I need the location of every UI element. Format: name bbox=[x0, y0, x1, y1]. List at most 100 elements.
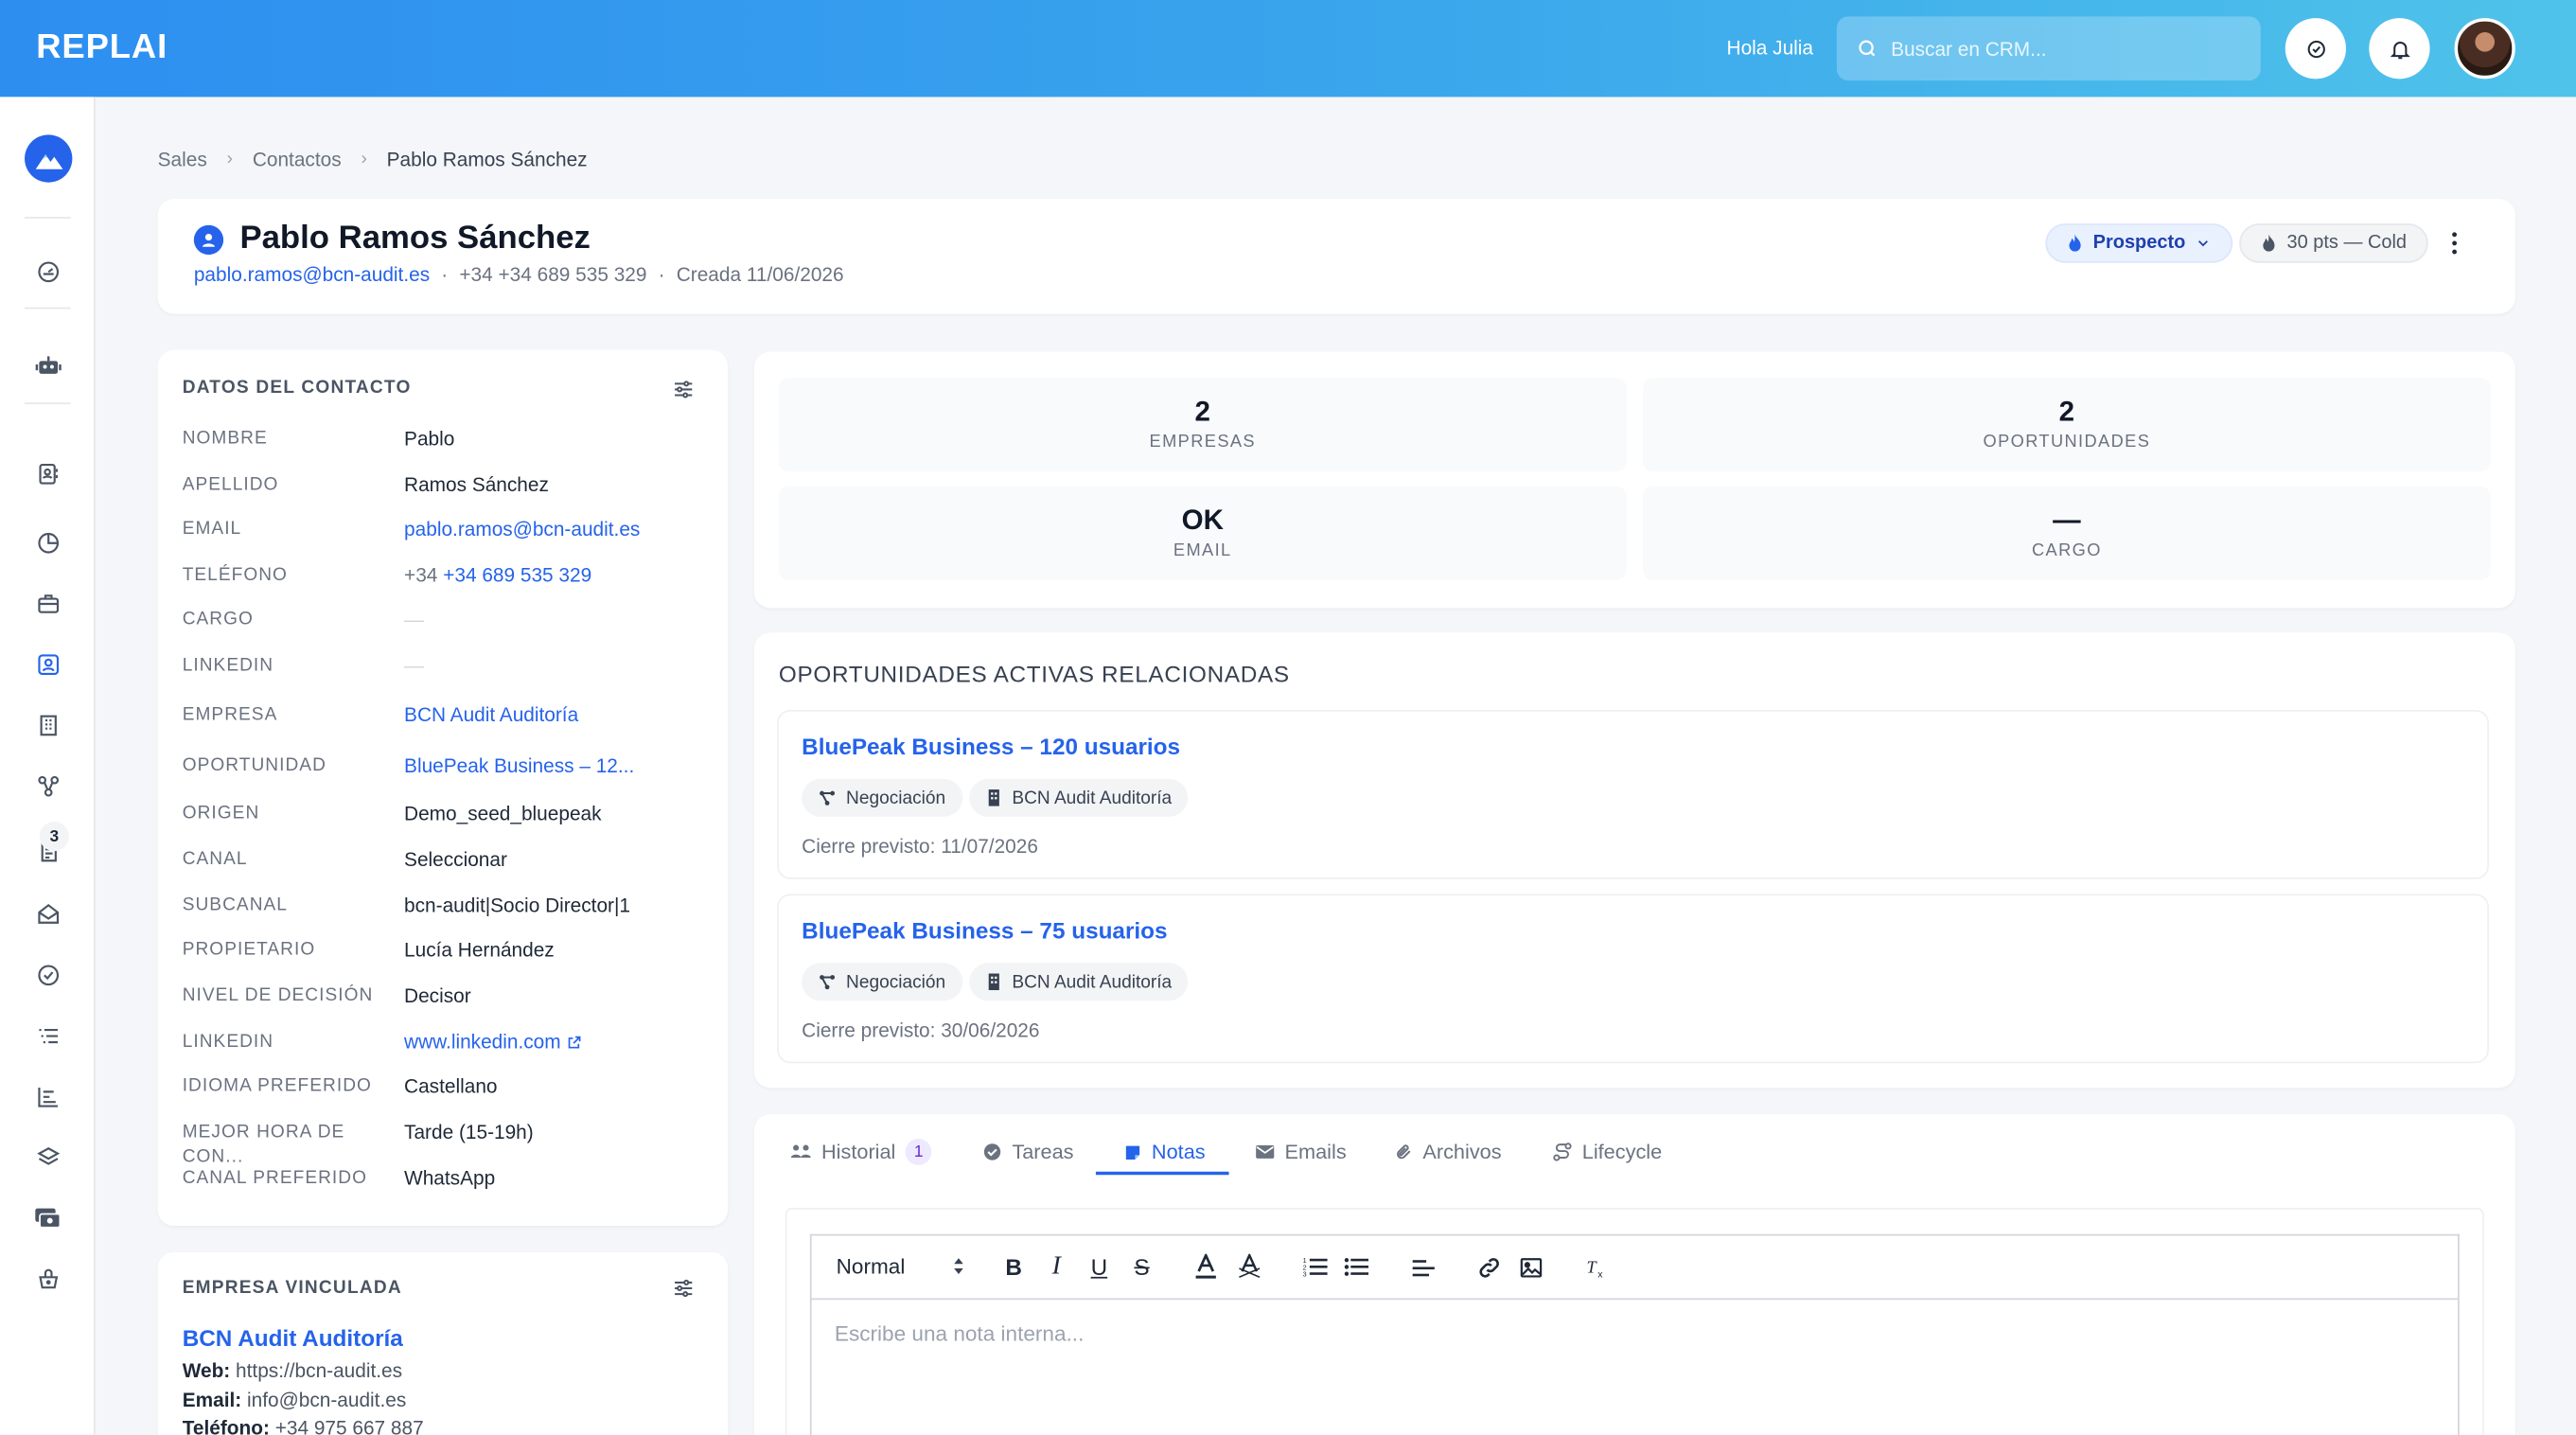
building-icon[interactable] bbox=[31, 708, 64, 741]
field-value: Decisor bbox=[404, 983, 471, 1008]
underline-icon[interactable]: U bbox=[1085, 1252, 1114, 1282]
check-circle-icon bbox=[982, 1143, 1002, 1162]
route-icon bbox=[1553, 1143, 1573, 1162]
bar-chart-icon[interactable] bbox=[31, 1080, 64, 1113]
chart-pie-icon[interactable] bbox=[31, 526, 64, 559]
field-origen: ORIGEN Demo_seed_bluepeak bbox=[183, 802, 709, 826]
dashboard-icon[interactable] bbox=[31, 255, 64, 288]
field-value: Tarde (15-19h) bbox=[404, 1120, 534, 1144]
page-title: Pablo Ramos Sánchez bbox=[239, 220, 591, 257]
money-icon[interactable] bbox=[31, 1201, 64, 1234]
bullet-list-icon[interactable] bbox=[1341, 1252, 1370, 1282]
stat-label: CARGO bbox=[2031, 540, 2102, 560]
meta-separator: · bbox=[441, 262, 449, 287]
tab-label: Notas bbox=[1151, 1140, 1206, 1164]
field-label: EMAIL bbox=[182, 519, 242, 540]
paperclip-icon bbox=[1395, 1143, 1413, 1162]
more-menu-icon[interactable] bbox=[2442, 228, 2468, 257]
briefcase-icon[interactable] bbox=[31, 587, 64, 620]
tab-archivos[interactable]: Archivos bbox=[1395, 1129, 1502, 1176]
tab-notas[interactable]: Notas bbox=[1123, 1129, 1206, 1176]
search-input[interactable] bbox=[1891, 37, 2220, 61]
field-linkedin-url: LINKEDIN www.linkedin.com bbox=[183, 1030, 709, 1054]
breadcrumb-contactos[interactable]: Contactos bbox=[253, 148, 342, 170]
sliders-icon[interactable] bbox=[672, 378, 695, 400]
align-icon[interactable] bbox=[1408, 1252, 1438, 1282]
check-circle-icon[interactable] bbox=[31, 958, 64, 991]
contact-details-card: DATOS DEL CONTACTO NOMBRE Pablo APELLIDO R… bbox=[157, 349, 729, 1227]
company-card-title: EMPRESA VINCULADA bbox=[182, 1278, 402, 1299]
breadcrumb-sales[interactable]: Sales bbox=[158, 148, 207, 170]
phone-link[interactable]: +34 689 535 329 bbox=[443, 563, 591, 586]
opportunity-name[interactable]: BluePeak Business – 75 usuarios bbox=[802, 917, 1167, 944]
layers-icon[interactable] bbox=[31, 1141, 64, 1174]
inbox-icon[interactable] bbox=[31, 897, 64, 930]
status-button[interactable] bbox=[2285, 18, 2347, 80]
field-mejor-hora: MEJOR HORA DE CON... Tarde (15-19h) bbox=[183, 1121, 709, 1170]
email-value[interactable]: info@bcn-audit.es bbox=[247, 1389, 406, 1411]
field-label: EMPRESA bbox=[182, 704, 278, 725]
basket-icon[interactable] bbox=[31, 1262, 64, 1295]
clear-format-icon[interactable]: Tx bbox=[1582, 1252, 1612, 1282]
user-avatar[interactable] bbox=[2454, 18, 2515, 80]
bold-icon[interactable]: B bbox=[998, 1252, 1028, 1282]
contact-email-link[interactable]: pablo.ramos@bcn-audit.es bbox=[194, 263, 430, 286]
field-value: — bbox=[404, 653, 424, 678]
note-editor: Normal B I U S 123 Tx Escribe una nota i… bbox=[785, 1207, 2484, 1435]
robot-icon[interactable] bbox=[31, 348, 64, 381]
channel-select[interactable]: Seleccionar bbox=[404, 848, 650, 873]
tab-historial[interactable]: Historial 1 bbox=[790, 1129, 932, 1176]
sliders-icon[interactable] bbox=[672, 1277, 695, 1300]
stat-empresas: 2 EMPRESAS bbox=[778, 378, 1627, 472]
web-value[interactable]: https://bcn-audit.es bbox=[236, 1359, 402, 1382]
email-link[interactable]: pablo.ramos@bcn-audit.es bbox=[404, 518, 650, 542]
notifications-button[interactable] bbox=[2369, 18, 2430, 80]
linkedin-link[interactable]: www.linkedin.com bbox=[404, 1030, 650, 1054]
field-value: bcn-audit|Socio Director|1 bbox=[404, 894, 631, 917]
sidebar-divider bbox=[25, 307, 71, 310]
tab-tareas[interactable]: Tareas bbox=[982, 1129, 1074, 1176]
link-icon[interactable] bbox=[1473, 1252, 1503, 1282]
users-icon bbox=[790, 1143, 812, 1162]
contact-card-icon[interactable] bbox=[31, 457, 64, 490]
opportunity-item[interactable]: BluePeak Business – 75 usuarios Negociac… bbox=[777, 894, 2490, 1064]
highlight-icon[interactable] bbox=[1234, 1252, 1263, 1282]
app-logo[interactable]: REPLAI bbox=[36, 28, 168, 68]
sidebar-badge: 3 bbox=[39, 822, 69, 852]
tab-label: Lifecycle bbox=[1581, 1140, 1663, 1164]
user-greeting: Hola Julia bbox=[1726, 36, 1814, 60]
opportunity-name[interactable]: BluePeak Business – 120 usuarios bbox=[802, 733, 1180, 759]
contacts-icon[interactable] bbox=[31, 647, 64, 681]
tab-lifecycle[interactable]: Lifecycle bbox=[1553, 1129, 1663, 1176]
list-icon[interactable] bbox=[31, 1019, 64, 1052]
image-icon[interactable] bbox=[1516, 1252, 1545, 1282]
company-name-link[interactable]: BCN Audit Auditoría bbox=[183, 1324, 403, 1351]
opportunity-link[interactable]: BluePeak Business – 12... bbox=[404, 754, 650, 779]
field-linkedin: LINKEDIN — bbox=[183, 654, 709, 679]
ordered-list-icon[interactable]: 123 bbox=[1299, 1252, 1329, 1282]
stat-value: OK bbox=[1181, 504, 1224, 536]
network-icon[interactable] bbox=[31, 769, 64, 802]
stat-value: — bbox=[2053, 504, 2081, 536]
contact-meta: pablo.ramos@bcn-audit.es · +34 +34 689 5… bbox=[194, 263, 844, 286]
global-search[interactable] bbox=[1836, 16, 2261, 81]
strikethrough-icon[interactable]: S bbox=[1127, 1252, 1156, 1282]
company-chip: BCN Audit Auditoría bbox=[969, 963, 1189, 1001]
company-chip-label: BCN Audit Auditoría bbox=[1012, 788, 1173, 808]
company-email: Email: info@bcn-audit.es bbox=[183, 1389, 407, 1411]
stat-value: 2 bbox=[2058, 396, 2075, 428]
brand-icon[interactable] bbox=[25, 134, 73, 183]
note-textarea[interactable]: Escribe una nota interna... bbox=[809, 1298, 2460, 1435]
fire-icon bbox=[2261, 234, 2277, 254]
opportunity-item[interactable]: BluePeak Business – 120 usuarios Negocia… bbox=[777, 709, 2490, 879]
field-label: CANAL bbox=[182, 849, 248, 870]
format-select[interactable]: Normal bbox=[837, 1254, 964, 1279]
text-color-icon[interactable] bbox=[1191, 1252, 1221, 1282]
company-link[interactable]: BCN Audit Auditoría bbox=[404, 703, 650, 728]
stage-dropdown[interactable]: Prospecto bbox=[2045, 223, 2233, 263]
tab-emails[interactable]: Emails bbox=[1255, 1129, 1347, 1176]
stage-chip: Negociación bbox=[802, 778, 962, 817]
breadcrumb-current: Pablo Ramos Sánchez bbox=[386, 148, 588, 171]
chevron-right-icon: › bbox=[226, 149, 233, 169]
italic-icon[interactable]: I bbox=[1042, 1252, 1071, 1282]
